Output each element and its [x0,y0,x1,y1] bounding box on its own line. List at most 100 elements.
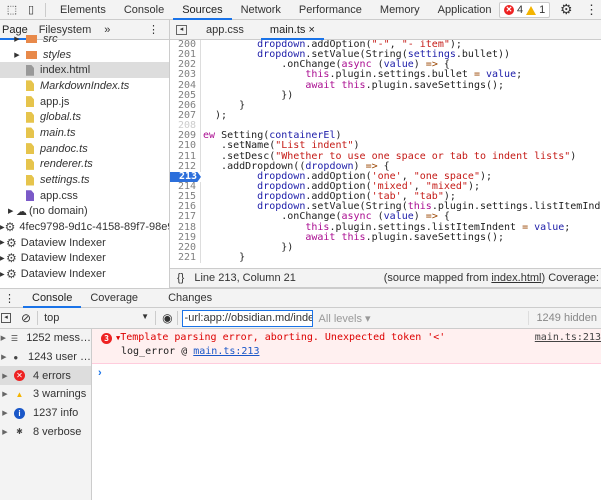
tree-item-label: settings.ts [40,174,90,187]
drawer-tab-changes[interactable]: Changes [159,288,221,308]
console-output: 3 ▼Template parsing error, aborting. Une… [92,329,601,500]
tree-item[interactable]: main.ts [0,125,169,141]
warning-count: 1 [539,4,546,16]
tree-item[interactable]: renderer.ts [0,157,169,173]
sidebar-filter-label: 4 errors [33,369,71,382]
expand-arrow-icon[interactable]: ▶ [8,51,26,59]
tab-performance[interactable]: Performance [290,0,371,20]
expand-arrow-icon[interactable]: ▶ [8,35,26,43]
settings-gear-icon[interactable]: ⚙ [560,1,573,18]
tab-elements[interactable]: Elements [51,0,115,20]
source-map-link[interactable]: index.html [491,272,541,284]
expand-arrow-icon[interactable]: ▶ [0,409,10,417]
tree-item-label: pandoc.ts [40,142,88,155]
drawer-tab-coverage[interactable]: Coverage [81,288,147,308]
error-source-link[interactable]: main.ts:213 [535,332,601,343]
tree-item[interactable]: ▶⚙4fec9798-9d1c-4158-89f7-98e99ff… [0,219,169,235]
tab-console[interactable]: Console [115,0,173,20]
tree-item[interactable]: MarkdownIndex.ts [0,78,169,94]
line-number[interactable]: 217 [170,212,201,223]
console-prompt[interactable]: › [92,364,601,384]
tree-item-label: app.css [40,189,78,202]
tab-application[interactable]: Application [429,0,501,20]
worker-gear-icon: ⚙ [6,267,17,282]
sidebar-filter-list[interactable]: ▶ ☰ 1252 mess… [0,329,91,348]
tree-item-label: main.ts [40,126,76,139]
tree-item[interactable]: index.html [0,62,169,79]
code-line: 207 ); [170,109,601,122]
file-icon [26,174,34,186]
user-icon: ● [13,352,19,362]
tree-item[interactable]: ▶ ⚙ Dataview Indexer [0,235,169,251]
more-icon[interactable]: » [104,24,110,36]
stack-link[interactable]: main.ts:213 [193,346,259,357]
code-token: ); [479,170,493,182]
toggle-sidebar-icon[interactable]: ◂ [1,313,11,323]
expand-arrow-icon[interactable]: ▶ [0,428,10,436]
drawer-tab-console[interactable]: Console [23,288,82,308]
tree-item-label: global.ts [40,111,81,124]
sidebar-filter-label: 8 verbose [33,425,82,438]
tree-item[interactable]: app.js [0,94,169,110]
sidebar-filter-warning[interactable]: ▶ ▲ 3 warnings [0,385,91,404]
expand-arrow-icon[interactable]: ▶ [8,207,16,215]
console-error-message[interactable]: 3 ▼Template parsing error, aborting. Une… [92,329,601,364]
worker-gear-icon: ⚙ [4,220,16,235]
more-options-icon[interactable]: ⋮ [585,2,598,18]
log-levels-dropdown[interactable]: All levels ▾ [319,312,371,325]
sidebar-filter-error[interactable]: ▶ ✕ 4 errors [0,366,91,386]
editor-tab-app-css[interactable]: app.css [197,20,253,40]
code-token: ); [203,109,228,121]
file-icon [26,80,34,92]
line-number[interactable]: 213 [170,171,201,182]
expand-arrow-icon[interactable]: ▶ [0,372,10,380]
tree-item[interactable]: global.ts [0,109,169,125]
tree-item-label: (no domain) [29,205,88,218]
expand-arrow-icon[interactable]: ▶ [0,334,7,342]
tree-item[interactable]: settings.ts [0,172,169,188]
device-toolbar-icon[interactable]: ▯ [22,3,40,16]
expand-arrow-icon[interactable]: ▶ [0,353,8,361]
tree-item[interactable]: ▶ ☁ (no domain) [0,204,169,220]
tree-item-label: Dataview Indexer [20,236,106,249]
issues-badge[interactable]: ✕ 4 1 [499,2,551,18]
code-token: value [534,221,565,233]
code-token: ; [564,221,571,233]
inspect-element-icon[interactable]: ⬚ [2,3,22,16]
live-expression-eye-icon[interactable]: ◉ [162,311,172,325]
tree-item[interactable]: ▶ ⚙ Dataview Indexer [0,266,169,282]
sidebar-filter-info[interactable]: ▶ i 1237 info [0,404,91,423]
context-select[interactable]: top ▼ [44,312,149,324]
file-icon [26,111,34,123]
tree-item[interactable]: ▶ ⚙ Dataview Indexer [0,251,169,267]
tree-item[interactable]: app.css [0,188,169,204]
sidebar-filter-user[interactable]: ▶ ● 1243 user … [0,348,91,367]
close-tab-icon[interactable]: × [308,24,314,36]
file-icon [26,143,34,155]
expand-arrow-icon[interactable]: ▶ [0,390,10,398]
tree-item[interactable]: ▶ styles [0,47,169,63]
tab-memory[interactable]: Memory [371,0,429,20]
code-view[interactable]: 200 dropdown.addOption("-", "- item"); 20… [170,40,601,268]
source-map-suffix: ) [541,272,546,284]
dropdown-arrow-icon: ▼ [141,312,150,321]
editor-tab-main-ts[interactable]: main.ts × [260,20,324,40]
navigator-menu-icon[interactable]: ⋮ [148,23,159,36]
tab-network[interactable]: Network [232,0,290,20]
file-icon [26,64,34,76]
line-number[interactable]: 212 [170,161,201,172]
navigator-tab-filesystem[interactable]: Filesystem [30,20,101,40]
tab-sources[interactable]: Sources [173,0,232,20]
line-number[interactable]: 221 [170,252,201,264]
pretty-print-icon[interactable]: {} [177,272,184,284]
code-editor-panel: ◂ app.css main.ts × 200 dropdown.addOpti… [170,20,601,288]
code-line: 206 } [170,100,601,111]
drawer-menu-icon[interactable]: ⋮ [4,292,15,305]
tree-item[interactable]: pandoc.ts [0,141,169,157]
clear-console-icon[interactable]: ⊘ [21,311,31,325]
filter-input[interactable]: -url:app://obsidian.md/inde⊗ [181,309,313,327]
toggle-navigator-icon[interactable]: ◂ [176,24,187,35]
sidebar-filter-label: 1243 user … [28,351,91,364]
tree-item-label: 4fec9798-9d1c-4158-89f7-98e99ff… [19,221,169,234]
sidebar-filter-bug[interactable]: ▶ ✱ 8 verbose [0,422,91,441]
